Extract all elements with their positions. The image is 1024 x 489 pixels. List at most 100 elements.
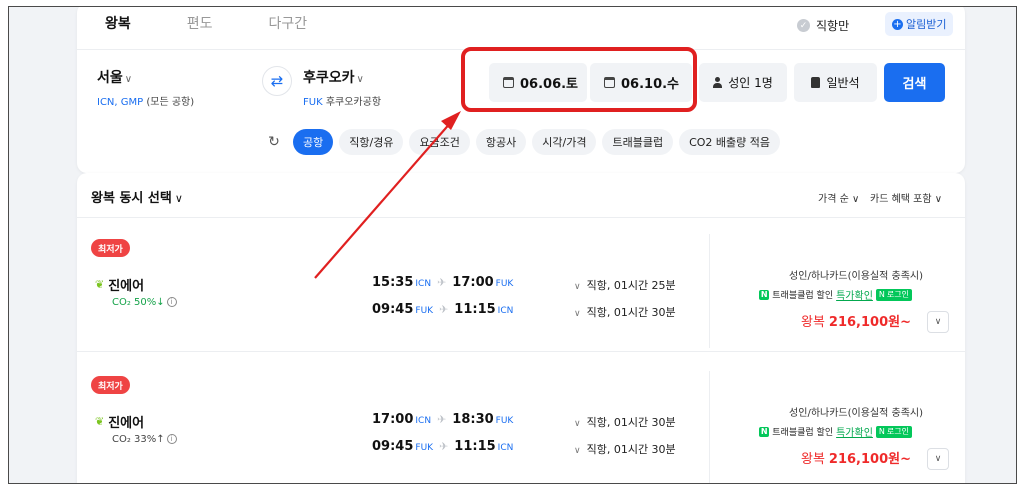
- divider: [77, 217, 965, 218]
- special-price-link[interactable]: 특가확인: [836, 287, 873, 302]
- tab-multi-city[interactable]: 다구간: [269, 13, 308, 33]
- outbound-duration[interactable]: ∨ 직항, 01시간 25분: [574, 277, 676, 293]
- destination-selector[interactable]: 후쿠오카 ∨ FUK 후쿠오카공항: [303, 67, 381, 108]
- results-title-dropdown[interactable]: 왕복 동시 선택 ∨: [91, 187, 183, 206]
- sort-card-label: 카드 혜택 포함: [870, 194, 932, 205]
- arr-time: 11:15: [454, 302, 496, 317]
- filter-chip-airline[interactable]: 항공사: [475, 129, 527, 155]
- filter-chip-time-price[interactable]: 시각/가격: [532, 129, 597, 155]
- duration-label: 직항, 01시간 30분: [586, 306, 676, 319]
- arr-time: 17:00: [452, 275, 494, 290]
- flight-result-card[interactable]: 최저가 ❦ 진에어 CO₂ 50%↓ i 15:35 ICN ✈ 17:00 FUK ∨…: [77, 228, 965, 350]
- results-panel: 왕복 동시 선택 ∨ 가격 순 ∨ 카드 혜택 포함 ∨ 최저가 ❦ 진에어 CO₂…: [77, 173, 965, 483]
- arr-time: 18:30: [452, 412, 494, 427]
- arr-airport: FUK: [495, 416, 514, 426]
- destination-city: 후쿠오카: [303, 70, 355, 86]
- tab-one-way[interactable]: 편도: [187, 13, 213, 33]
- price: 왕복 216,100원~: [801, 448, 911, 467]
- price-value: 216,100원~: [828, 315, 911, 330]
- destination-code: FUK: [303, 97, 323, 108]
- refresh-icon[interactable]: ↻: [261, 129, 287, 155]
- chevron-down-icon: ∨: [356, 74, 364, 85]
- direct-only-toggle[interactable]: ✓ 직항만: [797, 17, 849, 34]
- alert-button[interactable]: + 알림받기: [885, 12, 954, 36]
- passenger-label: 성인 1명: [728, 76, 773, 90]
- duration-label: 직항, 01시간 30분: [586, 416, 676, 429]
- chevron-down-icon: ∨: [174, 192, 183, 205]
- naver-logo-icon: N: [759, 426, 770, 437]
- divider: [709, 371, 710, 483]
- co2-label: CO₂ 33%↑: [112, 434, 165, 445]
- duration-label: 직항, 01시간 25분: [586, 279, 676, 292]
- sort-card-dropdown[interactable]: 카드 혜택 포함 ∨: [870, 190, 942, 205]
- expand-chevron-icon[interactable]: ∨: [927, 311, 949, 333]
- return-leg: 09:45 FUK ✈ 11:15 ICN: [372, 302, 513, 317]
- info-icon[interactable]: i: [166, 434, 177, 444]
- login-label: 로그인: [886, 427, 909, 436]
- filter-bar: ↻ 공항 직항/경유 요금조건 항공사 시각/가격 트래블클럽 CO2 배출량 …: [261, 129, 781, 155]
- leaf-icon: ❦: [95, 415, 105, 428]
- chevron-down-icon: ∨: [934, 194, 943, 205]
- return-duration[interactable]: ∨ 직항, 01시간 30분: [574, 304, 676, 320]
- dep-airport: FUK: [415, 443, 434, 453]
- tab-round-trip[interactable]: 왕복: [105, 13, 131, 33]
- lowest-price-badge: 최저가: [91, 376, 130, 394]
- results-title: 왕복 동시 선택: [91, 191, 172, 206]
- origin-selector[interactable]: 서울 ∨ ICN, GMP (모든 공항): [97, 67, 194, 108]
- filter-chip-airport[interactable]: 공항: [293, 129, 334, 155]
- direct-only-label: 직항만: [816, 19, 850, 33]
- co2-indicator: CO₂ 33%↑ i: [112, 434, 177, 445]
- origin-city: 서울: [97, 70, 123, 86]
- swap-icon[interactable]: ⇄: [262, 66, 292, 96]
- passenger-selector[interactable]: 성인 1명: [699, 63, 787, 102]
- benefit-row: N 트래블클럽 할인 특가확인 N 로그인: [759, 287, 912, 302]
- plane-icon: ✈: [439, 440, 449, 453]
- cabin-label: 일반석: [826, 76, 860, 90]
- special-price-link[interactable]: 특가확인: [836, 424, 873, 439]
- outbound-duration[interactable]: ∨ 직항, 01시간 30분: [574, 414, 676, 430]
- outbound-leg: 15:35 ICN ✈ 17:00 FUK: [372, 275, 513, 290]
- login-button[interactable]: N 로그인: [875, 288, 912, 301]
- divider: [77, 351, 965, 352]
- return-leg: 09:45 FUK ✈ 11:15 ICN: [372, 439, 513, 454]
- plane-icon: ✈: [437, 413, 447, 426]
- price-value: 216,100원~: [828, 452, 911, 467]
- dep-airport: ICN: [415, 279, 432, 289]
- chevron-down-icon: ∨: [124, 74, 133, 85]
- expand-chevron-icon[interactable]: ∨: [927, 448, 949, 470]
- naver-logo-icon: N: [759, 289, 770, 300]
- alert-label: 알림받기: [906, 18, 947, 31]
- search-button[interactable]: 검색: [884, 63, 945, 102]
- card-offer-text: 성인/하나카드(이용실적 충족시): [789, 408, 923, 419]
- chevron-down-icon: ∨: [574, 282, 581, 292]
- filter-chip-direct-transfer[interactable]: 직항/경유: [339, 129, 404, 155]
- airline-name: 진에어: [108, 416, 145, 431]
- dep-time: 09:45: [372, 302, 414, 317]
- filter-chip-fare-conditions[interactable]: 요금조건: [409, 129, 470, 155]
- price-prefix: 왕복: [801, 315, 825, 330]
- login-label: 로그인: [886, 290, 909, 299]
- return-duration[interactable]: ∨ 직항, 01시간 30분: [574, 441, 676, 457]
- login-button[interactable]: N 로그인: [875, 425, 912, 438]
- sort-price-dropdown[interactable]: 가격 순 ∨: [818, 190, 859, 205]
- card-offer-text: 성인/하나카드(이용실적 충족시): [789, 271, 923, 282]
- naver-logo-icon: N: [878, 427, 885, 436]
- price-prefix: 왕복: [801, 452, 825, 467]
- outbound-leg: 17:00 ICN ✈ 18:30 FUK: [372, 412, 513, 427]
- arr-airport: ICN: [497, 306, 514, 316]
- airline-name: 진에어: [108, 279, 145, 294]
- info-icon[interactable]: i: [166, 297, 177, 307]
- flight-result-card[interactable]: 최저가 ❦ 진에어 CO₂ 33%↑ i 17:00 ICN ✈ 18:30 FUK ∨…: [77, 365, 965, 483]
- filter-chip-low-co2[interactable]: CO2 배출량 적음: [679, 129, 781, 155]
- duration-label: 직항, 01시간 30분: [586, 443, 676, 456]
- destination-airport-name: 후쿠오카공항: [325, 97, 382, 108]
- plus-icon: +: [892, 18, 903, 30]
- dep-time: 15:35: [372, 275, 414, 290]
- dep-time: 17:00: [372, 412, 414, 427]
- sort-price-label: 가격 순: [818, 194, 849, 205]
- cabin-selector[interactable]: 일반석: [794, 63, 877, 102]
- origin-codes: ICN, GMP: [97, 97, 144, 108]
- arr-airport: FUK: [495, 279, 514, 289]
- filter-chip-travel-club[interactable]: 트래블클럽: [602, 129, 674, 155]
- check-icon: ✓: [797, 19, 810, 32]
